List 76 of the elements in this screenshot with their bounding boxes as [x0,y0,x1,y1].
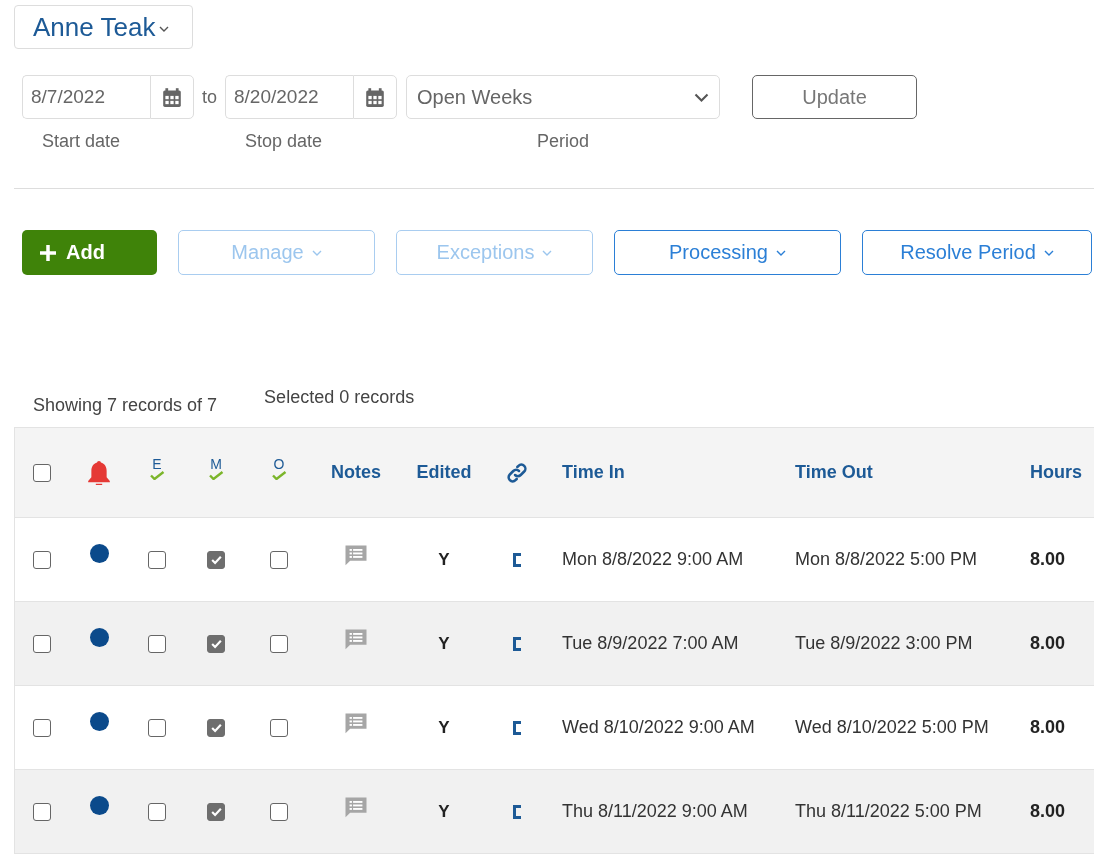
calendar-icon [364,86,386,108]
row-checkbox[interactable] [33,634,51,653]
link-icon [505,460,529,485]
separator-text: to [202,87,217,108]
hours-cell: 8.00 [1030,801,1066,821]
selected-count: Selected 0 records [264,387,415,408]
checkmark-icon [209,721,223,734]
checkmark-icon [209,637,223,650]
chevron-icon [1043,249,1054,256]
m-checkbox[interactable] [207,634,225,653]
time-in-cell: Mon 8/8/2022 9:00 AM [562,549,744,569]
employee-selector[interactable]: Anne Teak [14,5,193,49]
time-out-cell: Mon 8/8/2022 5:00 PM [795,549,978,569]
checkmark-icon [209,805,223,818]
e-check-header[interactable]: E [148,457,166,480]
row-checkbox[interactable] [33,802,51,821]
stop-date-field[interactable]: 8/20/2022 [225,75,353,119]
menu-button[interactable]: Processing [614,230,841,275]
m-checkbox[interactable] [207,802,225,821]
edited-value: Y [438,801,450,822]
hours-cell: 8.00 [1030,549,1066,569]
hours-cell: 8.00 [1030,633,1066,653]
m-check-header[interactable]: M [207,457,225,480]
chevron-icon [159,26,170,32]
chevron-icon [694,92,709,102]
o-checkbox[interactable] [270,802,288,821]
edited-value: Y [438,717,450,738]
stop-date-label: Stop date [244,131,324,152]
time-in-cell: Wed 8/10/2022 9:00 AM [562,717,755,737]
plus-icon [38,242,58,263]
o-checkbox[interactable] [270,718,288,737]
time-in-cell: Thu 8/11/2022 9:00 AM [562,801,748,821]
column-header[interactable]: Time Out [795,462,873,482]
m-checkbox[interactable] [207,718,225,737]
start-date-label: Start date [41,131,122,152]
select-all-checkbox[interactable] [33,463,51,482]
m-checkbox[interactable] [207,550,225,569]
menu-button[interactable]: Resolve Period [862,230,1092,275]
chevron-icon [542,249,553,256]
column-header[interactable]: Hours [1030,462,1082,482]
calendar-icon [161,86,183,108]
bracket-icon[interactable] [512,719,522,736]
time-out-cell: Thu 8/11/2022 5:00 PM [795,801,982,821]
bracket-icon[interactable] [512,551,522,568]
row-checkbox[interactable] [33,550,51,569]
o-check-header[interactable]: O [270,457,288,480]
e-checkbox[interactable] [148,718,166,737]
chevron-icon [775,249,786,256]
start-date-field[interactable]: 8/7/2022 [22,75,150,119]
row-checkbox[interactable] [33,718,51,737]
time-out-cell: Wed 8/10/2022 5:00 PM [795,717,989,737]
calendar-button[interactable] [150,75,194,119]
bracket-icon[interactable] [512,803,522,820]
edited-value: Y [438,549,450,570]
checkmark-icon [209,553,223,566]
edited-value: Y [438,633,450,654]
bracket-icon[interactable] [512,635,522,652]
period-dropdown[interactable]: Open Weeks [406,75,720,119]
bell-icon [86,458,112,487]
period-label: Period [536,131,591,152]
column-header[interactable]: Time In [562,462,625,482]
add-button[interactable]: Add [22,230,157,275]
chevron-icon [311,249,322,256]
o-checkbox[interactable] [270,634,288,653]
e-checkbox[interactable] [148,634,166,653]
update-button[interactable]: Update [752,75,917,119]
e-checkbox[interactable] [148,550,166,569]
calendar-button[interactable] [353,75,397,119]
time-out-cell: Tue 8/9/2022 3:00 PM [795,633,973,653]
o-checkbox[interactable] [270,550,288,569]
e-checkbox[interactable] [148,802,166,821]
time-in-cell: Tue 8/9/2022 7:00 AM [562,633,739,653]
records-count: Showing 7 records of 7 [33,395,218,416]
column-header[interactable]: Edited [416,462,472,483]
hours-cell: 8.00 [1030,717,1066,737]
column-header[interactable]: Notes [331,462,381,483]
